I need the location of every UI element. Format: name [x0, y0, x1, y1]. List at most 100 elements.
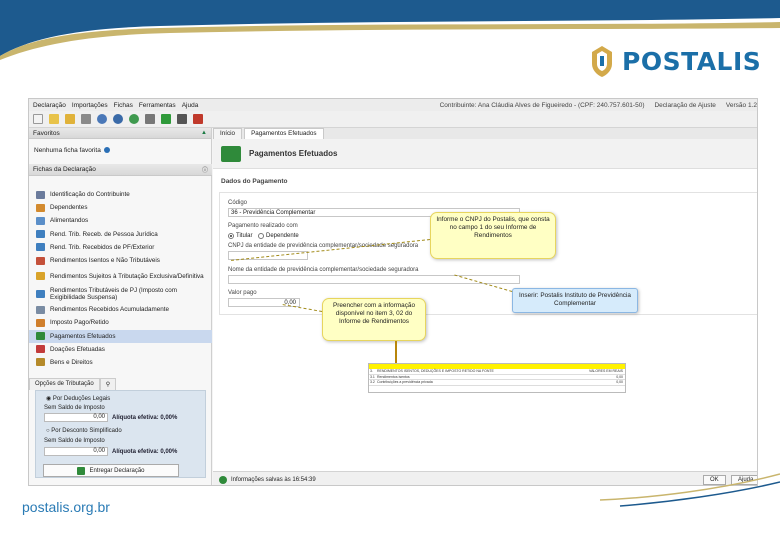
nome-input[interactable] — [228, 275, 520, 284]
doc-cell: Rendimentos isentos — [377, 374, 410, 379]
ficha-label: Rendimentos Tributáveis de PJ (Imposto c… — [50, 287, 178, 302]
dependente-radio[interactable]: Dependente — [258, 233, 299, 239]
ficha-item[interactable]: Rendimentos Sujeitos à Tributação Exclus… — [29, 267, 212, 285]
ficha-item[interactable]: Rendimentos Recebidos Acumuladamente — [29, 303, 212, 316]
ficha-icon — [36, 243, 45, 252]
ficha-label: Imposto Pago/Retido — [50, 319, 109, 327]
check-icon[interactable] — [161, 114, 171, 124]
menu-declaracao[interactable]: Declaração — [33, 102, 66, 109]
ficha-label: Bens e Direitos — [50, 358, 93, 366]
ficha-label: Rendimentos Sujeitos à Tributação Exclus… — [50, 272, 204, 280]
info-circle-icon[interactable]: ⓘ — [202, 165, 208, 174]
ficha-item[interactable]: Alimentandos — [29, 214, 212, 227]
ficha-icon — [36, 305, 45, 314]
collapse-icon[interactable]: ▲ — [201, 130, 207, 136]
book-icon[interactable] — [193, 114, 203, 124]
section-title: Dados do Pagamento — [221, 178, 288, 185]
menu-importacoes[interactable]: Importações — [72, 102, 108, 109]
page-header: Pagamentos Efetuados — [213, 139, 757, 169]
entregar-declaracao-button[interactable]: Entregar Declaração — [43, 464, 179, 477]
doc-cell: VALORES EM REAIS — [589, 369, 623, 374]
entregar-label: Entregar Declaração — [89, 467, 145, 474]
opcoes-tabs: Opções de Tributação ⚲ — [29, 378, 117, 390]
page-title: Pagamentos Efetuados — [249, 149, 338, 158]
version-label: Versão 1.2 — [725, 101, 757, 109]
ficha-item[interactable]: Dependentes — [29, 201, 212, 214]
doc-cell: RENDIMENTOS ISENTOS, DEDUÇÕES E IMPOSTO … — [377, 369, 494, 374]
contribuinte-label: Contribuinte: Ana Cláudia Alves de Figue… — [439, 101, 645, 109]
search-icon[interactable] — [97, 114, 107, 124]
find-icon[interactable] — [113, 114, 123, 124]
fichas-list: Identificação do Contribuinte Dependentes… — [29, 188, 212, 369]
ficha-item[interactable]: Bens e Direitos — [29, 356, 212, 369]
favoritos-header[interactable]: Favoritos ▲ — [29, 128, 211, 139]
favoritos-empty-text: Nenhuma ficha favorita — [34, 146, 101, 154]
globe-icon[interactable] — [129, 114, 139, 124]
callout-cnpj: Informe o CNPJ do Postalis, que consta n… — [430, 212, 556, 259]
simplificado-label: Por Desconto Simplificado — [51, 428, 122, 434]
ficha-item[interactable]: Imposto Pago/Retido — [29, 316, 212, 329]
legais-aliquota: Alíquota efetiva: 0,00% — [112, 415, 178, 421]
tab-opcoes-tributacao[interactable]: Opções de Tributação — [29, 378, 100, 390]
new-icon[interactable] — [33, 114, 43, 124]
open-folder-icon[interactable] — [49, 114, 59, 124]
doc-rows: 3. RENDIMENTOS ISENTOS, DEDUÇÕES E IMPOST… — [369, 369, 625, 386]
ficha-item[interactable]: Doações Efetuadas — [29, 343, 212, 356]
postalis-logo: POSTALIS — [588, 44, 761, 78]
ficha-label: Rend. Trib. Recebidos de PF/Exterior — [50, 243, 155, 251]
print-icon[interactable] — [145, 114, 155, 124]
save-icon[interactable] — [81, 114, 91, 124]
legais-label: Por Deduções Legais — [52, 396, 111, 402]
declaracao-type: Declaração de Ajuste — [654, 101, 716, 109]
radio-checked-icon — [228, 233, 234, 239]
menu-bar: Declaração Importações Fichas Ferramenta… — [29, 99, 757, 111]
legais-saldo-label: Sem Saldo de Imposto — [44, 405, 105, 411]
doc-cell: Contribuições a previdência privada — [377, 380, 433, 385]
status-text: Informações salvas às 16:54:39 — [231, 476, 316, 483]
informe-snippet: 3. RENDIMENTOS ISENTOS, DEDUÇÕES E IMPOST… — [368, 363, 626, 393]
ficha-icon — [36, 318, 45, 327]
ficha-item[interactable]: Pagamentos Efetuados — [29, 329, 212, 343]
ficha-item[interactable]: Rendimentos Isentos e Não Tributáveis — [29, 254, 212, 267]
tab-pagamentos-efetuados[interactable]: Pagamentos Efetuados — [244, 128, 324, 139]
ficha-icon — [36, 290, 45, 299]
fichas-header[interactable]: Fichas da Declaração ⓘ — [29, 164, 212, 176]
doc-cell: 0,00 — [616, 380, 623, 385]
doc-cell: 3. — [370, 369, 373, 374]
favoritos-empty: Nenhuma ficha favorita — [29, 139, 211, 161]
ficha-label: Alimentandos — [50, 217, 89, 225]
ficha-icon — [36, 230, 45, 239]
ficha-icon — [36, 216, 45, 225]
simplificado-aliquota: Alíquota efetiva: 0,00% — [112, 449, 178, 455]
titular-radio[interactable]: Titular — [228, 233, 252, 239]
brand-name: POSTALIS — [622, 46, 762, 76]
simplificado-saldo-label: Sem Saldo de Imposto — [44, 438, 105, 444]
folder-icon[interactable] — [65, 114, 75, 124]
tab-bar: Início Pagamentos Efetuados — [213, 128, 757, 139]
ficha-item[interactable]: Rend. Trib. Receb. de Pessoa Jurídica — [29, 228, 212, 241]
footer-url: postalis.org.br — [22, 499, 110, 515]
menu-ajuda[interactable]: Ajuda — [182, 102, 199, 109]
valor-label: Valor pago — [228, 290, 257, 296]
ficha-icon — [36, 256, 45, 265]
menu-fichas[interactable]: Fichas — [114, 102, 133, 109]
arrow-down — [395, 341, 397, 363]
ficha-icon — [36, 203, 45, 212]
ficha-label: Doações Efetuadas — [50, 345, 105, 353]
info-icon — [103, 147, 110, 153]
dependente-label: Dependente — [266, 233, 299, 239]
search-icon[interactable]: ⚲ — [99, 378, 117, 390]
simplificado-option[interactable]: ○ Por Desconto Simplificado — [46, 428, 122, 434]
tab-inicio[interactable]: Início — [213, 128, 243, 139]
ficha-item[interactable]: Rend. Trib. Recebidos de PF/Exterior — [29, 241, 212, 254]
doc-cell: 3.2 — [370, 380, 375, 385]
ficha-label: Rendimentos Isentos e Não Tributáveis — [50, 257, 160, 265]
ficha-item[interactable]: Rendimentos Tributáveis de PJ (Imposto c… — [29, 285, 212, 303]
calculator-icon[interactable] — [177, 114, 187, 124]
doc-cell: 3.1 — [370, 374, 375, 379]
menu-ferramentas[interactable]: Ferramentas — [139, 102, 176, 109]
ficha-item[interactable]: Identificação do Contribuinte — [29, 188, 212, 201]
legais-option[interactable]: ◉ Por Deduções Legais — [46, 395, 110, 402]
saved-icon — [219, 475, 227, 484]
ficha-label: Rend. Trib. Receb. de Pessoa Jurídica — [50, 230, 158, 238]
